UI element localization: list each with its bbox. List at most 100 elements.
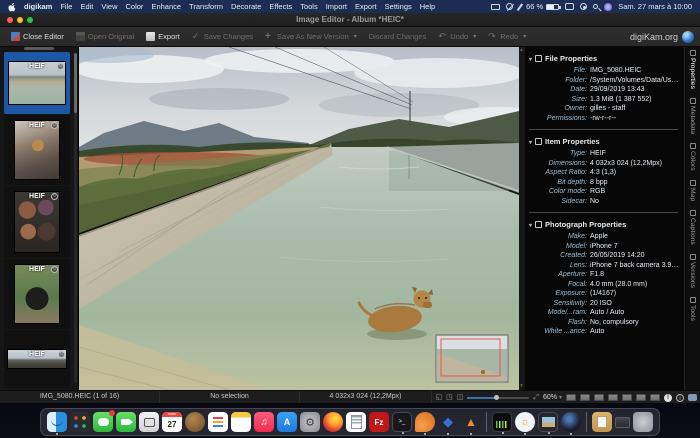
mirroring-icon[interactable] [491,4,500,10]
facetime-icon[interactable] [116,412,136,432]
redo-button[interactable]: Redo [483,30,531,43]
keyboard-icon[interactable] [565,3,574,10]
image-canvas[interactable] [78,47,518,390]
file-properties-header[interactable]: File Properties [527,52,680,66]
account-icon[interactable] [580,3,587,10]
battery-indicator[interactable]: 66 % [526,2,559,11]
trash-icon[interactable] [633,412,653,432]
export-button[interactable]: Export [141,30,185,43]
fit-zoom-icon[interactable]: ⤢ [533,394,539,401]
photo-booth-icon[interactable] [185,412,205,432]
tab-versions[interactable]: Versions [689,254,696,288]
view-toggle-button-2[interactable] [580,394,590,401]
zoom-100-icon[interactable]: ◳ [446,394,453,401]
minimize-window-button[interactable] [17,17,23,23]
tab-metadata[interactable]: Metadata [689,98,696,134]
downloads-folder-icon[interactable] [592,412,612,432]
menu-item-import[interactable]: Import [326,2,347,11]
music-icon[interactable]: ♫ [254,412,274,432]
scroll-up-icon[interactable]: ▲ [519,48,524,53]
menu-item-edit[interactable]: Edit [80,2,93,11]
thumbnail-item-2[interactable]: HEIF [4,115,70,185]
apple-menu-icon[interactable] [8,3,16,11]
reminders-icon[interactable] [208,412,228,432]
thumbnail-item-5[interactable]: HEIF [4,330,70,388]
menu-item-effects[interactable]: Effects [269,2,292,11]
zoom-select-icon[interactable]: ◫ [457,394,464,401]
undo-button[interactable]: Undo [433,30,481,43]
screenshot-icon[interactable] [139,412,159,432]
calendar-icon[interactable]: mars 27 [162,412,182,432]
thumbbar-vscroll-track[interactable] [74,53,77,383]
image-viewer-icon[interactable] [538,412,558,432]
menu-item-view[interactable]: View [101,2,117,11]
libreoffice-icon[interactable] [346,412,366,432]
minimized-window-icon[interactable] [615,417,630,428]
menu-item-color[interactable]: Color [126,2,144,11]
save-as-new-version-button[interactable]: Save As New Version [260,30,362,43]
bluetooth-icon[interactable] [516,3,522,10]
menu-item-export[interactable]: Export [355,2,377,11]
thumbnail-item-3[interactable]: HEIF [4,186,70,258]
menu-clock[interactable]: Sam. 27 mars à 10:00 [618,2,692,11]
open-original-button[interactable]: Open Original [71,30,139,43]
filezilla-icon[interactable]: Fz [369,412,389,432]
info-icon[interactable]: i [676,394,684,402]
launchpad-icon[interactable] [70,412,90,432]
activity-monitor-icon[interactable] [492,412,512,432]
menu-item-transform[interactable]: Transform [189,2,223,11]
view-toggle-button-7[interactable] [650,394,660,401]
menu-item-enhance[interactable]: Enhance [151,2,181,11]
virtualbox-icon[interactable]: ◆ [438,412,458,432]
notice-icon[interactable]: ! [664,394,672,402]
tab-map[interactable]: Map [689,180,696,201]
finder-icon[interactable] [47,412,67,432]
menu-item-digikam[interactable]: digikam [24,2,52,11]
menu-item-help[interactable]: Help [420,2,435,11]
menu-item-settings[interactable]: Settings [385,2,412,11]
tab-captions[interactable]: Captions [689,210,696,245]
vlc-icon[interactable]: ▲ [461,412,481,432]
view-toggle-button-1[interactable] [566,394,576,401]
close-editor-button[interactable]: Close Editor [6,30,69,43]
camera-lens-icon[interactable] [561,412,581,432]
notes-icon[interactable] [231,412,251,432]
tab-colors[interactable]: Colors [689,143,696,171]
terminal-icon[interactable]: >_ [392,412,412,432]
zoom-level-dropdown[interactable]: 60% [543,394,562,401]
thumbbar-scrollbar[interactable] [24,47,54,50]
scroll-down-icon[interactable]: ▼ [519,384,524,389]
view-toggle-button-3[interactable] [594,394,604,401]
menu-item-decorate[interactable]: Decorate [231,2,261,11]
app-store-icon[interactable]: A [277,412,297,432]
weather-icon[interactable]: ☼ [515,412,535,432]
message-bubble-icon[interactable] [688,394,697,401]
wifi-off-icon[interactable] [506,3,513,10]
zoom-slider[interactable] [467,397,529,399]
cantata-icon[interactable] [415,412,435,432]
zoom-window-button[interactable] [27,17,33,23]
view-toggle-button-5[interactable] [622,394,632,401]
close-window-button[interactable] [7,17,13,23]
prop-label: Size: [527,95,587,105]
thumbnail-item-4[interactable]: HEIF [4,259,70,329]
zoom-fit-window-icon[interactable]: ◱ [435,394,442,401]
item-properties-header[interactable]: Item Properties [527,135,680,149]
view-toggle-button-6[interactable] [636,394,646,401]
siri-icon[interactable] [604,3,612,11]
view-toggle-button-4[interactable] [608,394,618,401]
system-preferences-icon[interactable]: ⚙ [300,412,320,432]
canvas-vertical-scrollbar[interactable]: ▲ ▼ [518,47,525,390]
spotlight-icon[interactable] [593,4,598,9]
tab-properties[interactable]: Properties [689,50,696,89]
thumbnail-item-1[interactable]: HEIF [4,52,70,114]
save-changes-button[interactable]: Save Changes [187,30,258,43]
photograph-properties-header[interactable]: Photograph Properties [527,218,680,232]
discard-changes-button[interactable]: Discard Changes [364,30,432,43]
menu-item-file[interactable]: File [60,2,72,11]
pan-navigator[interactable] [436,335,508,382]
firefox-icon[interactable] [323,412,343,432]
menu-item-tools[interactable]: Tools [300,2,318,11]
messages-icon[interactable] [93,412,113,432]
tab-tools[interactable]: Tools [689,297,696,321]
